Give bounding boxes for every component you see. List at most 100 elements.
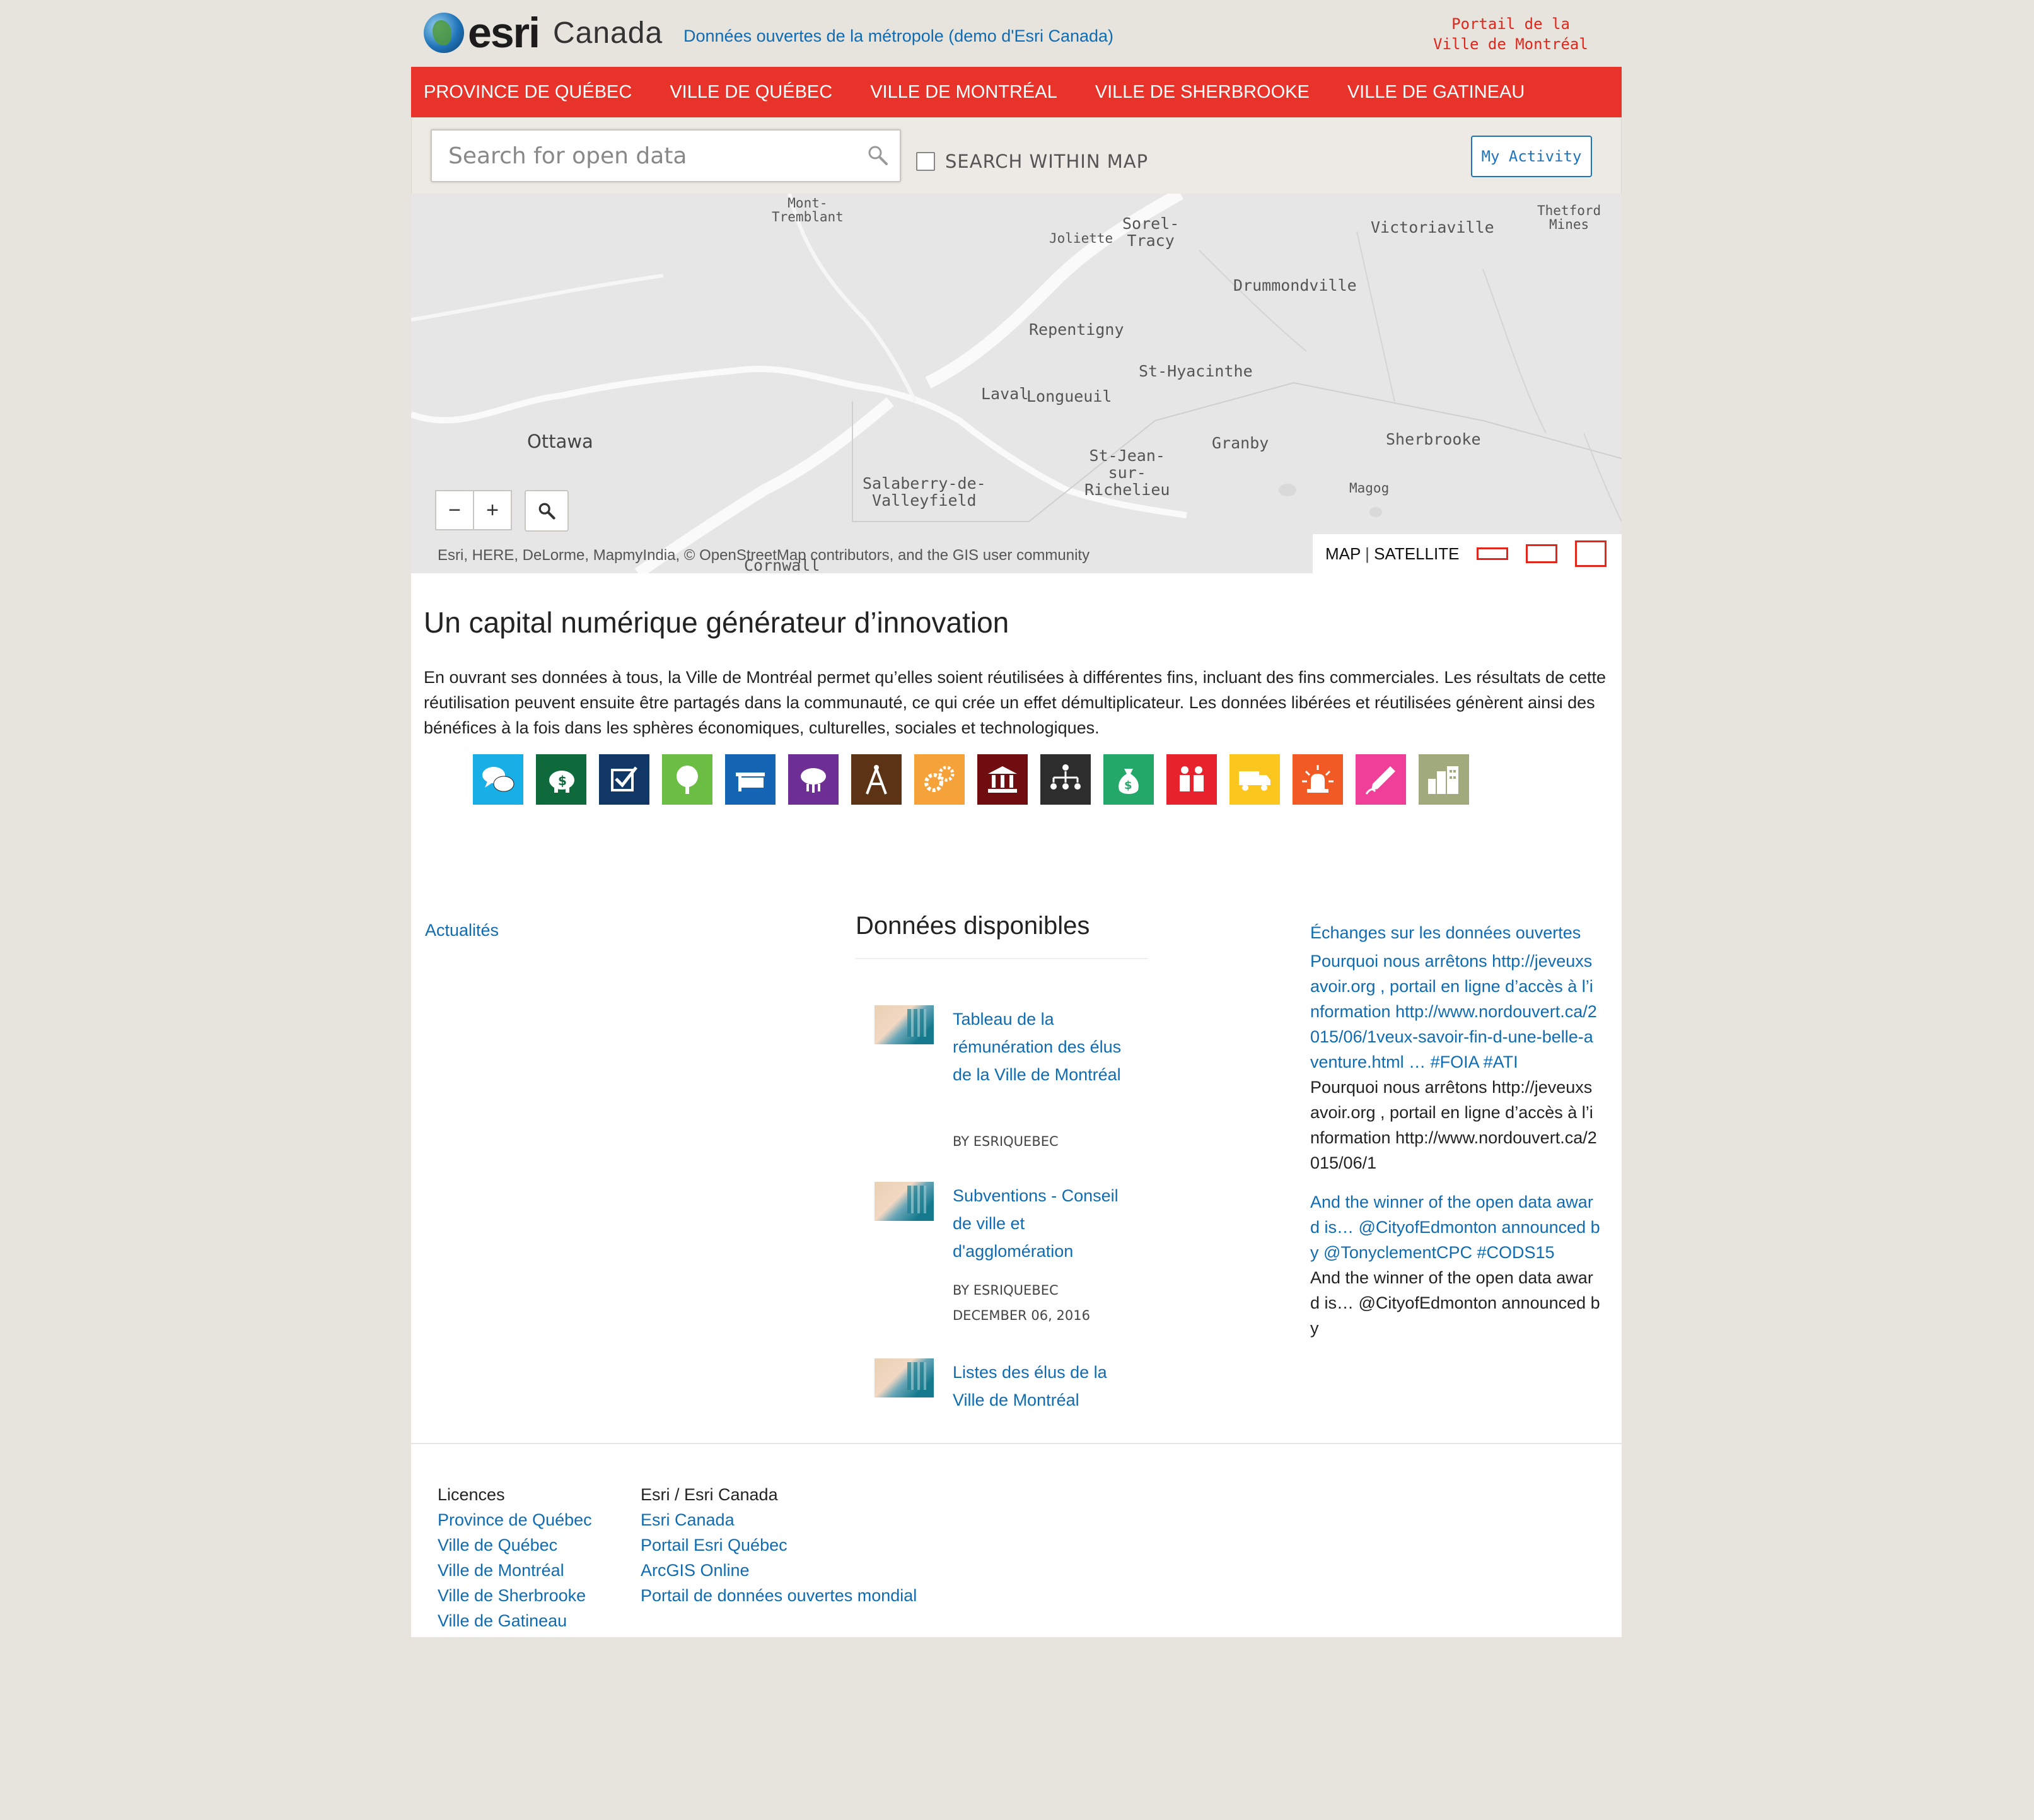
portal-link[interactable]: Portail de la Ville de Montréal: [1429, 14, 1593, 54]
city-repentigny: Repentigny: [1029, 320, 1124, 339]
basemap-options: MAP | SATELLITE: [1325, 544, 1459, 564]
city-magog: Magog: [1349, 481, 1390, 496]
zoom-out-button[interactable]: −: [435, 490, 474, 530]
city-drummondville: Drummondville: [1233, 276, 1357, 295]
category-speech-bubbles[interactable]: [473, 754, 523, 805]
esri-canada-logo[interactable]: esri Canada: [424, 9, 663, 57]
city-salaberry-de-valleyfield: Salaberry-de- Valleyfield: [863, 474, 986, 510]
dataset-item[interactable]: Listes des élus de la Ville de Montréal: [875, 1358, 1127, 1419]
zoom-in-button[interactable]: +: [474, 490, 512, 530]
footer-link-arcgis-online[interactable]: ArcGIS Online: [641, 1558, 917, 1583]
category-piggy-bank[interactable]: $: [536, 754, 586, 805]
buildings-icon: [1428, 766, 1458, 794]
map-search-button[interactable]: [525, 490, 569, 532]
city-sorel-tracy: Sorel- Tracy: [1122, 214, 1180, 250]
nav-ville-quebec[interactable]: VILLE DE QUÉBEC: [670, 82, 832, 103]
footer-link-ville-gatineau[interactable]: Ville de Gatineau: [438, 1608, 592, 1633]
dataset-thumbnail[interactable]: [875, 1358, 934, 1397]
dataset-date: DECEMBER 06, 2016: [953, 1308, 1090, 1323]
my-activity-button[interactable]: My Activity: [1471, 136, 1592, 177]
category-pen-nib[interactable]: [1356, 754, 1406, 805]
city-ottawa: Ottawa: [527, 431, 593, 452]
nav-province-quebec[interactable]: PROVINCE DE QUÉBEC: [424, 82, 632, 103]
intro-title: Un capital numérique générateur d’innova…: [424, 606, 1009, 639]
category-alert-light[interactable]: [1293, 754, 1343, 805]
footer-link-portail-esri-quebec[interactable]: Portail Esri Québec: [641, 1532, 917, 1558]
category-buildings[interactable]: [1419, 754, 1469, 805]
datasets-column: Données disponibles Tableau de la rémuné…: [856, 912, 1148, 1409]
site-title-link[interactable]: Données ouvertes de la métropole (demo d…: [683, 26, 1113, 46]
category-sign[interactable]: [725, 754, 776, 805]
basemap-map-option[interactable]: MAP: [1325, 544, 1361, 563]
search-within-map-label: SEARCH WITHIN MAP: [945, 151, 1149, 172]
nav-ville-sherbrooke[interactable]: VILLE DE SHERBROOKE: [1095, 82, 1310, 103]
footer-link-ville-sherbrooke[interactable]: Ville de Sherbrooke: [438, 1583, 592, 1608]
tweet: And the winner of the open data award is…: [1310, 1189, 1600, 1341]
footer-link-ville-montreal[interactable]: Ville de Montréal: [438, 1558, 592, 1583]
org-chart-icon: [1050, 764, 1081, 790]
top-header: esri Canada Données ouvertes de la métro…: [411, 0, 1622, 67]
footer-link-ville-quebec[interactable]: Ville de Québec: [438, 1532, 592, 1558]
dataset-title[interactable]: Listes des élus de la Ville de Montréal: [953, 1358, 1123, 1414]
cloud-upload-icon: [801, 768, 826, 793]
search-input[interactable]: [447, 141, 853, 171]
footer-licences-heading: Licences: [438, 1485, 505, 1504]
basemap-satellite-option[interactable]: SATELLITE: [1374, 544, 1459, 563]
category-tree[interactable]: [662, 754, 712, 805]
svg-text:$: $: [1124, 779, 1132, 792]
map-size-small-icon[interactable]: [1477, 547, 1509, 560]
city-sherbrooke: Sherbrooke: [1386, 430, 1481, 448]
twitter-heading[interactable]: Échanges sur les données ouvertes: [1310, 918, 1600, 947]
nav-ville-gatineau[interactable]: VILLE DE GATINEAU: [1347, 82, 1525, 103]
map-size-large-icon[interactable]: [1575, 540, 1607, 567]
category-people[interactable]: [1166, 754, 1217, 805]
footer-link-esri-canada[interactable]: Esri Canada: [641, 1507, 917, 1532]
map-view[interactable]: Mont- Tremblant Joliette Sorel- Tracy Vict…: [411, 194, 1622, 573]
search-bar: SEARCH WITHIN MAP My Activity: [411, 117, 1622, 194]
dataset-title[interactable]: Tableau de la rémunération des élus de l…: [953, 1005, 1123, 1088]
truck-icon: [1239, 771, 1270, 791]
category-institution[interactable]: [977, 754, 1028, 805]
category-truck[interactable]: [1229, 754, 1280, 805]
page: esri Canada Données ouvertes de la métro…: [411, 0, 1622, 1637]
people-icon: [1180, 766, 1204, 791]
footer-link-portail-mondial[interactable]: Portail de données ouvertes mondial: [641, 1583, 917, 1608]
dataset-thumbnail[interactable]: [875, 1005, 934, 1044]
city-victoriaville: Victoriaville: [1371, 218, 1494, 236]
search-within-map-checkbox[interactable]: [916, 152, 935, 171]
tweet-text: And the winner of the open data award is…: [1310, 1268, 1600, 1338]
category-gears[interactable]: [914, 754, 965, 805]
map-basemap: [411, 194, 1622, 573]
logo-country: Canada: [553, 16, 663, 50]
category-money-bag[interactable]: $: [1103, 754, 1154, 805]
category-compass[interactable]: [851, 754, 902, 805]
dataset-thumbnail[interactable]: [875, 1182, 934, 1221]
category-cloud-upload[interactable]: [788, 754, 839, 805]
search-icon[interactable]: [867, 144, 888, 166]
category-checkbox[interactable]: [599, 754, 649, 805]
dataset-item[interactable]: Tableau de la rémunération des élus de l…: [875, 1005, 1127, 1163]
city-st-jean-sur-richelieu: St-Jean-sur- Richelieu: [1084, 446, 1170, 499]
footer-licences: Licences Province de Québec Ville de Qué…: [438, 1482, 592, 1633]
city-joliette: Joliette: [1049, 231, 1113, 246]
logo-brand: esri: [468, 9, 540, 57]
city-thetford-mines: Thetford Mines: [1537, 203, 1601, 232]
city-mont-tremblant: Mont- Tremblant: [772, 195, 844, 225]
globe-icon: [424, 13, 464, 53]
sign-icon: [736, 773, 765, 791]
category-org-chart[interactable]: [1040, 754, 1091, 805]
tree-icon: [677, 766, 698, 794]
tweet-link[interactable]: And the winner of the open data award is…: [1310, 1189, 1600, 1265]
nav-ville-montreal[interactable]: VILLE DE MONTRÉAL: [870, 82, 1057, 103]
city-laval: Laval: [981, 385, 1029, 403]
tweet-link[interactable]: Pourquoi nous arrêtons http://jeveuxsavo…: [1310, 948, 1600, 1075]
city-longueuil: Longueuil: [1026, 387, 1112, 405]
tweet-text: Pourquoi nous arrêtons http://jeveuxsavo…: [1310, 1078, 1597, 1172]
news-link[interactable]: Actualités: [425, 921, 499, 940]
pen-nib-icon: [1365, 766, 1395, 795]
dataset-title[interactable]: Subventions - Conseil de ville et d'aggl…: [953, 1182, 1123, 1265]
footer-link-province-quebec[interactable]: Province de Québec: [438, 1507, 592, 1532]
zoom-controls: − +: [435, 490, 512, 530]
dataset-item[interactable]: Subventions - Conseil de ville et d'aggl…: [875, 1182, 1127, 1352]
map-size-medium-icon[interactable]: [1526, 544, 1558, 563]
